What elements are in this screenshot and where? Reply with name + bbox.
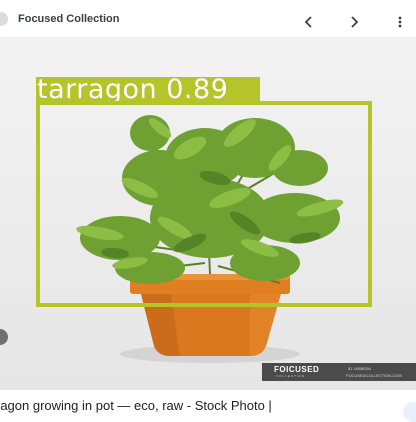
previous-button[interactable] bbox=[298, 8, 320, 30]
chevron-right-icon bbox=[351, 15, 359, 28]
watermark-id: ID 14806264 bbox=[348, 366, 371, 371]
more-options-button[interactable] bbox=[389, 8, 411, 30]
watermark-subtitle: COLLECTION bbox=[276, 374, 306, 378]
detection-label: tarragon 0.89 bbox=[37, 74, 229, 105]
watermark-banner: FOICUSED COLLECTION ID 14806264 FOCUSEDC… bbox=[262, 363, 416, 381]
top-bar: Focused Collection bbox=[0, 0, 416, 38]
more-vert-icon bbox=[398, 16, 402, 27]
page-title: Focused Collection bbox=[18, 13, 120, 25]
image-caption-link[interactable]: ragon growing in pot — eco, raw - Stock … bbox=[0, 398, 272, 413]
caption-action-chip[interactable] bbox=[403, 402, 416, 422]
next-button[interactable] bbox=[343, 8, 365, 30]
site-favicon-icon bbox=[0, 12, 8, 26]
watermark-logo: FOICUSED bbox=[274, 365, 320, 374]
chevron-left-icon bbox=[304, 15, 312, 28]
watermark-site: FOCUSEDCOLLECTION.COM bbox=[346, 373, 402, 378]
